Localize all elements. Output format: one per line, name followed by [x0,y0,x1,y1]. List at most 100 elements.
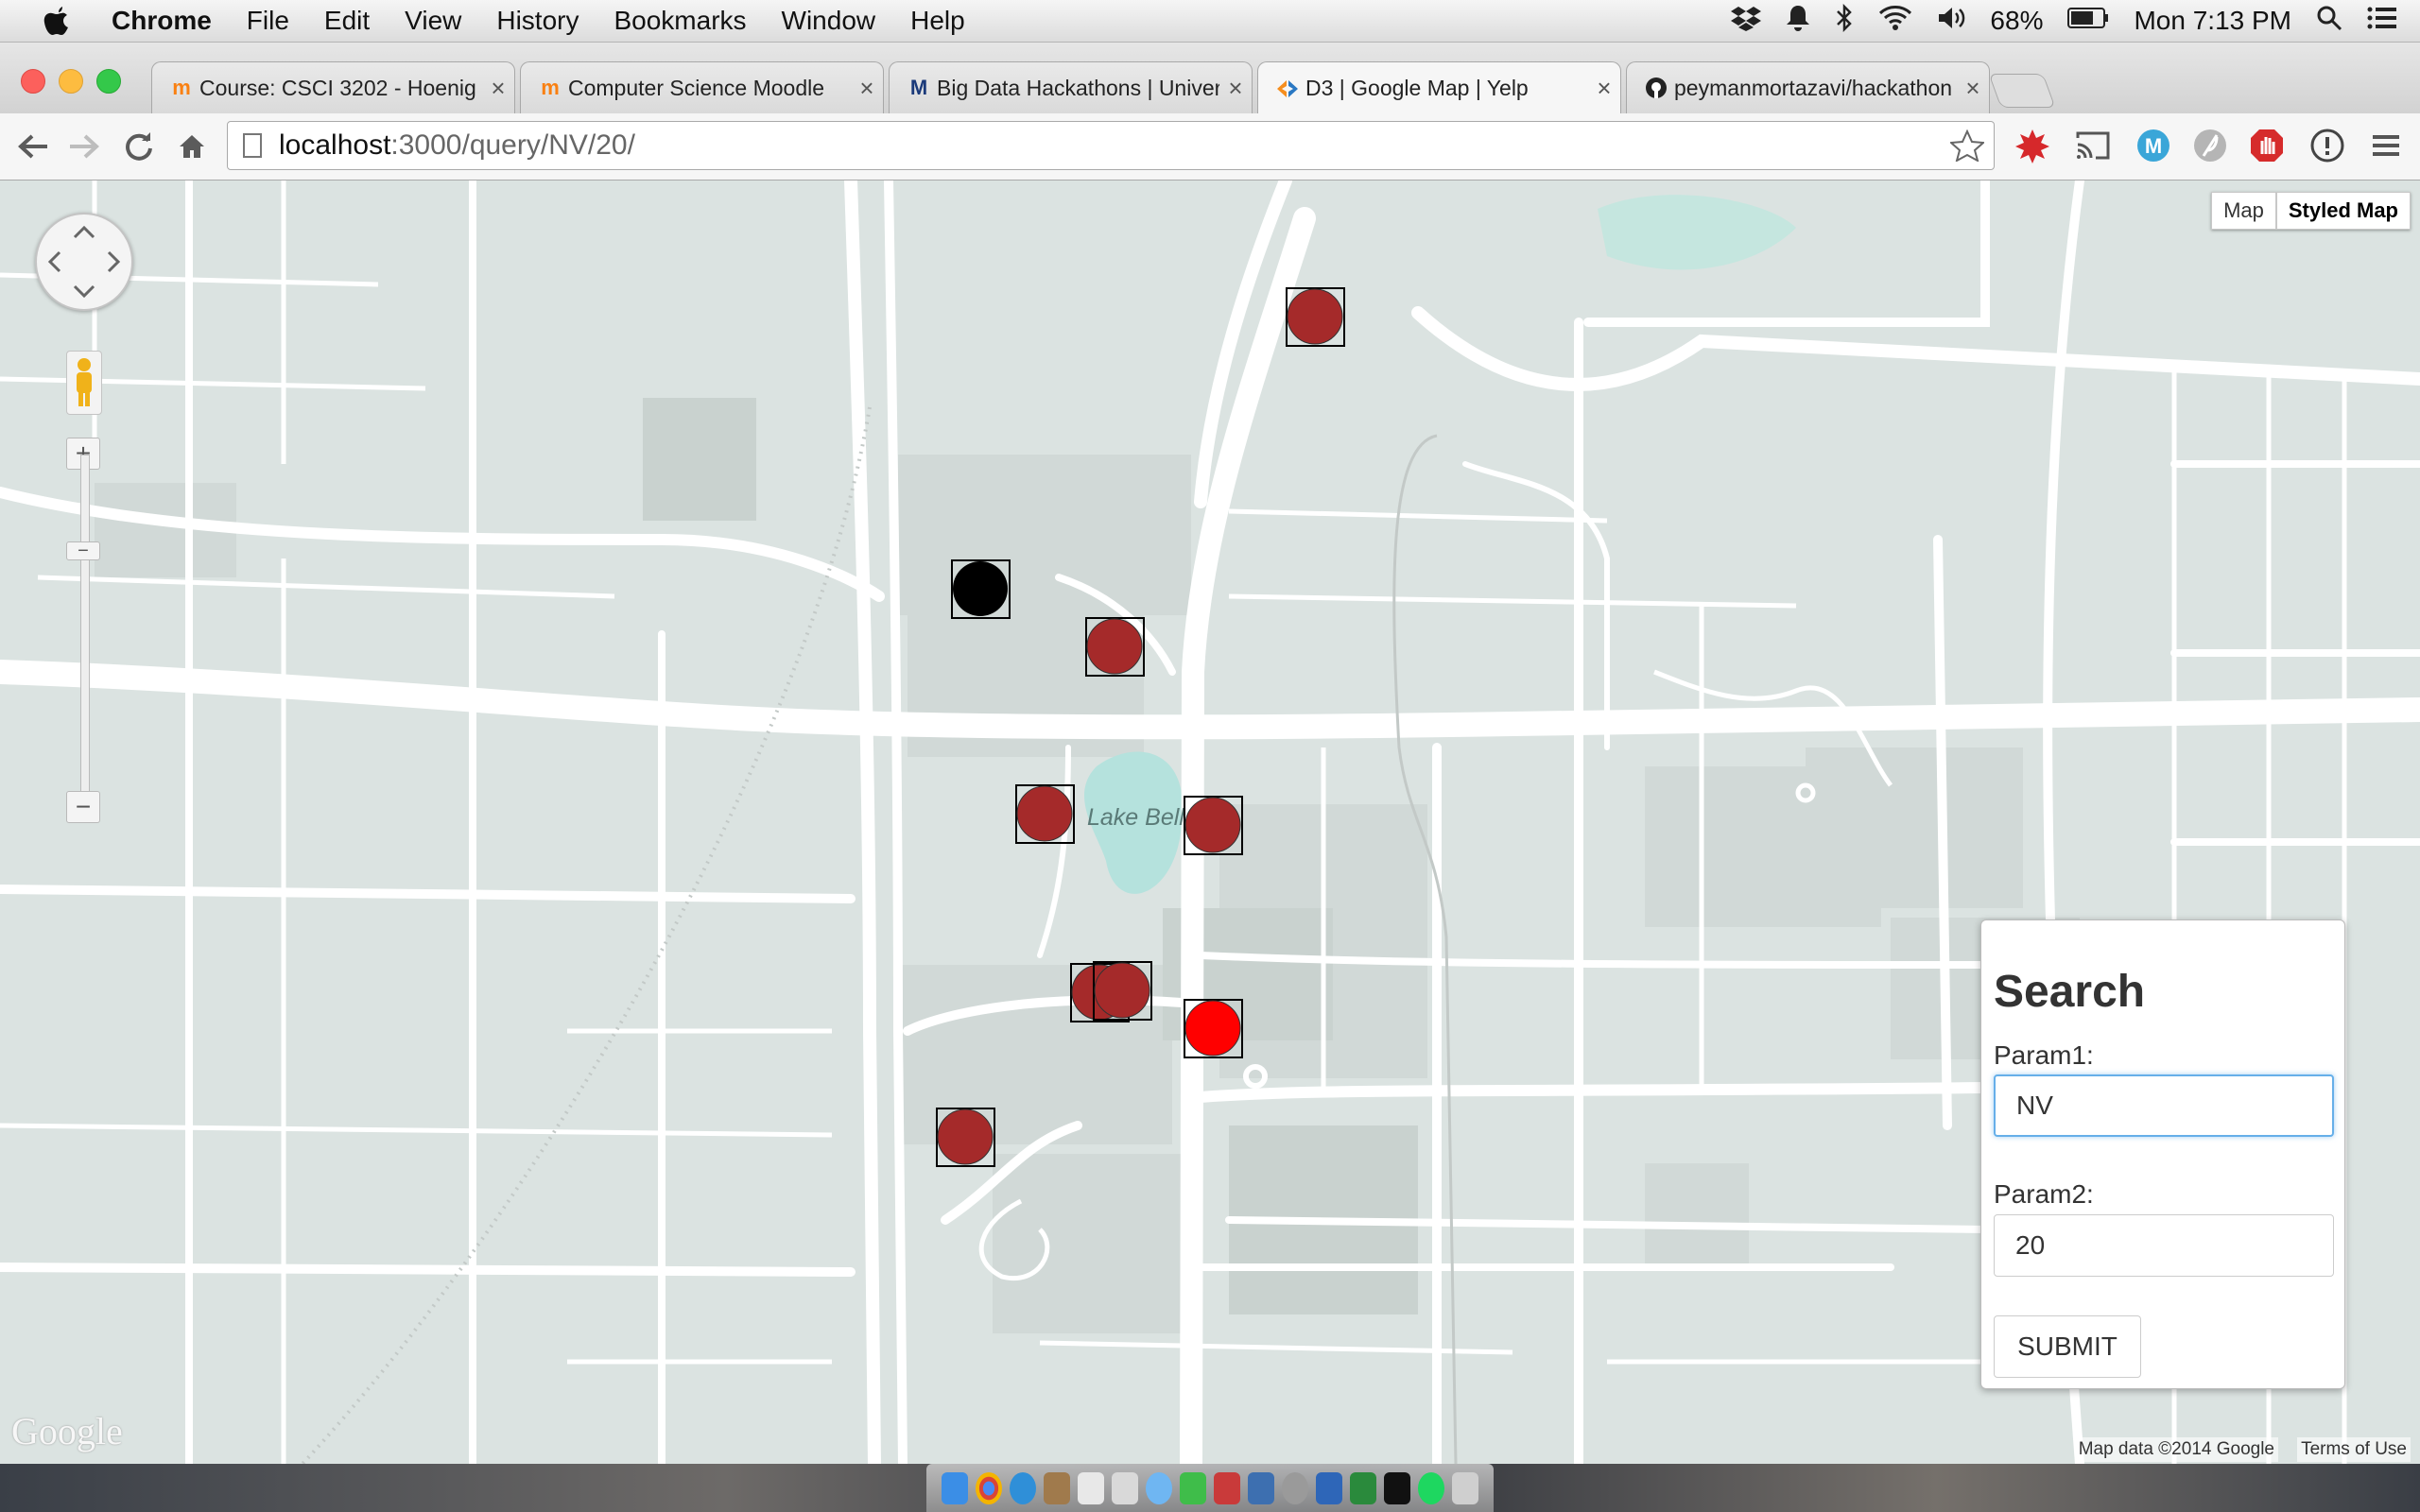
map-marker-highlighted[interactable] [1184,999,1243,1058]
zoom-window-button[interactable] [96,69,121,94]
url-host: localhost [279,129,391,161]
map-marker-black[interactable] [951,559,1011,619]
terminal-icon[interactable] [1384,1471,1410,1504]
m-logo-icon: M [909,76,928,99]
map-marker[interactable] [1184,796,1243,855]
map-type-control: Map Styled Map [2211,192,2411,230]
home-button[interactable] [170,125,214,168]
iphoto-icon[interactable] [1248,1471,1274,1504]
close-tab-icon[interactable]: × [1588,74,1620,103]
menu-help[interactable]: Help [910,6,965,36]
tab-d3-google-map-yelp[interactable]: D3 | Google Map | Yelp × [1257,61,1621,114]
address-bar[interactable]: localhost:3000/query/NV/20/ [227,121,1995,170]
extension-info-icon[interactable] [2307,125,2348,166]
spotify-icon[interactable] [1418,1471,1444,1504]
menu-edit[interactable]: Edit [324,6,370,36]
param1-label: Param1: [1994,1040,2094,1070]
page-icon [243,133,262,158]
tab-big-data-hackathons[interactable]: M Big Data Hackathons | University × [889,61,1253,113]
chrome-icon[interactable] [976,1471,1002,1504]
tab-title: peymanmortazavi/hackathon [1674,75,1953,100]
system-preferences-icon[interactable] [1282,1471,1308,1504]
search-title: Search [1994,967,2146,1017]
param2-input[interactable] [1994,1214,2334,1277]
forward-button[interactable] [62,125,106,168]
contacts-icon[interactable] [1044,1471,1070,1504]
menu-window[interactable]: Window [782,6,876,36]
bookmark-star-icon[interactable] [1948,129,1986,169]
zoom-out-button[interactable]: − [66,791,100,823]
submit-button[interactable]: SUBMIT [1994,1315,2141,1378]
map-marker[interactable] [1015,784,1075,844]
finder-icon[interactable] [942,1471,968,1504]
street-view-pegman-icon[interactable] [66,351,102,415]
pan-right-icon[interactable] [107,250,121,273]
notification-center-icon[interactable] [2367,6,2397,37]
search-panel: Search Param1: Param2: SUBMIT [1980,919,2345,1389]
photo-booth-icon[interactable] [1214,1471,1240,1504]
reload-button[interactable] [117,125,161,168]
trash-icon[interactable] [1452,1471,1478,1504]
spotlight-search-icon[interactable] [2316,5,2342,38]
calendar-icon[interactable] [1078,1471,1104,1504]
pan-left-icon[interactable] [47,250,61,273]
moodle-icon: m [172,76,191,99]
close-tab-icon[interactable]: × [1957,74,1989,103]
battery-icon[interactable] [2067,6,2109,36]
map-type-map-button[interactable]: Map [2211,192,2276,230]
terms-of-use-link[interactable]: Terms of Use [2297,1437,2411,1462]
close-tab-icon[interactable]: × [851,74,883,103]
pan-up-icon[interactable] [73,225,95,239]
apple-menu-icon[interactable] [38,5,76,37]
menu-view[interactable]: View [405,6,461,36]
extension-feather-icon[interactable] [2189,125,2231,166]
param2-label: Param2: [1994,1179,2094,1209]
browser-toolbar: localhost:3000/query/NV/20/ M [0,113,2420,180]
battery-percent: 68% [1990,6,2044,35]
map-type-styled-button[interactable]: Styled Map [2275,192,2411,230]
safari-icon[interactable] [1010,1471,1036,1504]
tab-title: Computer Science Moodle [568,75,825,100]
extension-hand-stop-icon[interactable] [2246,125,2288,166]
svg-text:M: M [2145,134,2162,158]
pan-down-icon[interactable] [73,284,95,299]
bluetooth-icon[interactable] [1835,3,1854,39]
close-tab-icon[interactable]: × [1219,74,1252,103]
dock [926,1464,1494,1512]
zoom-slider-handle[interactable]: − [66,541,100,561]
tab-strip: m Course: CSCI 3202 - Hoenig × m Compute… [0,43,2420,114]
minimize-window-button[interactable] [59,69,83,94]
google-logo[interactable]: Google [11,1409,123,1453]
map-marker[interactable] [1085,617,1145,677]
tab-course-csci[interactable]: m Course: CSCI 3202 - Hoenig × [151,61,515,113]
close-window-button[interactable] [21,69,45,94]
wifi-icon[interactable] [1878,5,1912,38]
volume-icon[interactable] [1937,5,1965,38]
clock[interactable]: Mon 7:13 PM [2134,6,2291,36]
dropbox-icon[interactable] [1731,5,1762,38]
extension-m-icon[interactable]: M [2133,125,2174,166]
excel-icon[interactable] [1350,1471,1376,1504]
menu-bookmarks[interactable]: Bookmarks [614,6,746,36]
facetime-icon[interactable] [1180,1471,1206,1504]
notes-icon[interactable] [1112,1471,1138,1504]
map-marker[interactable] [1286,287,1345,347]
back-button[interactable] [11,125,55,168]
menu-file[interactable]: File [247,6,289,36]
menu-history[interactable]: History [496,6,579,36]
tab-github-hackathon[interactable]: peymanmortazavi/hackathon × [1626,61,1990,113]
close-tab-icon[interactable]: × [482,74,514,103]
cast-icon[interactable] [2072,125,2114,166]
chrome-menu-icon[interactable] [2365,125,2407,166]
param1-input[interactable] [1994,1074,2334,1137]
messages-icon[interactable] [1146,1471,1172,1504]
extension-burst-icon[interactable] [2012,125,2053,166]
app-menu-chrome[interactable]: Chrome [112,6,212,36]
word-icon[interactable] [1316,1471,1342,1504]
pan-control[interactable] [35,213,133,311]
tab-title: Big Data Hackathons | University [937,75,1219,100]
notification-bell-icon[interactable] [1786,4,1810,39]
zoom-slider-track[interactable] [80,455,90,797]
map-marker[interactable] [936,1108,995,1167]
tab-cs-moodle[interactable]: m Computer Science Moodle × [520,61,884,113]
